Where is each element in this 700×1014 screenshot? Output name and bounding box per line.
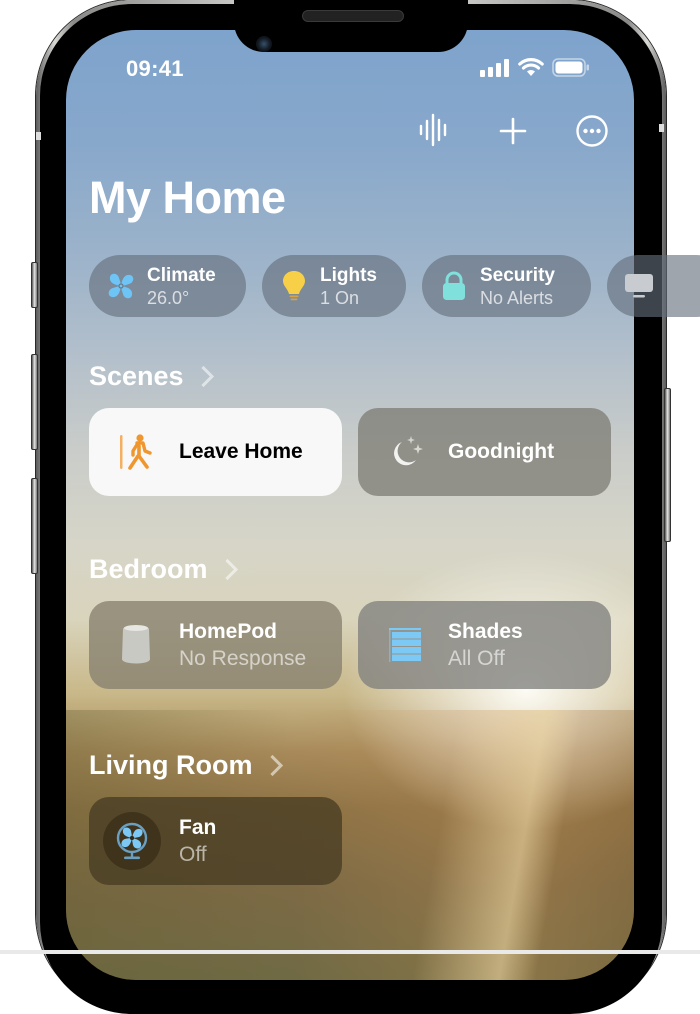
cellular-signal-icon: [480, 58, 509, 77]
section-bedroom[interactable]: Bedroom: [89, 554, 238, 585]
chevron-right-icon: [192, 365, 214, 388]
fan-icon: [105, 270, 137, 302]
add-button[interactable]: [495, 113, 531, 149]
status-chips: Climate 26.0° Lights 1 On Security No Al…: [89, 255, 700, 317]
tile-subtitle: Off: [179, 842, 207, 866]
chip-subtitle: 26.0°: [147, 287, 190, 308]
tile-subtitle: No Response: [179, 646, 307, 670]
section-title: Scenes: [89, 361, 184, 391]
section-living-room[interactable]: Living Room: [89, 750, 283, 781]
chevron-right-icon: [261, 754, 283, 777]
status-icons: [480, 58, 590, 77]
front-camera: [256, 36, 272, 52]
scene-goodnight[interactable]: Goodnight: [358, 408, 611, 496]
plus-icon: [499, 117, 527, 145]
page-title: My Home: [89, 172, 286, 223]
tile-title: HomePod: [179, 620, 278, 644]
battery-icon: [552, 58, 589, 77]
lock-icon: [438, 270, 470, 302]
fan-icon: [103, 812, 161, 870]
volume-down-button: [31, 478, 38, 574]
tile-title: Leave Home: [179, 440, 303, 464]
lightbulb-icon: [278, 270, 310, 302]
volume-up-button: [31, 354, 38, 450]
chip-title: Lights: [320, 264, 377, 286]
section-title: Living Room: [89, 750, 253, 780]
tv-icon: [623, 270, 655, 302]
chip-climate[interactable]: Climate 26.0°: [89, 255, 246, 317]
chip-security[interactable]: Security No Alerts: [422, 255, 591, 317]
power-button: [664, 388, 671, 542]
earpiece-speaker: [302, 10, 404, 22]
wifi-icon: [518, 58, 544, 76]
section-title: Bedroom: [89, 554, 208, 584]
chip-title: Climate: [147, 264, 216, 286]
chip-subtitle: 1 On: [320, 287, 360, 308]
accessory-homepod[interactable]: HomePod No Response: [89, 601, 342, 689]
status-time: 09:41: [126, 56, 184, 81]
chip-tv[interactable]: [607, 255, 700, 317]
waveform-icon: [419, 113, 447, 147]
scene-leave-home[interactable]: Leave Home: [89, 408, 342, 496]
tile-title: Fan: [179, 816, 217, 840]
chip-subtitle: No Alerts: [480, 287, 554, 308]
ringer-switch: [31, 262, 38, 308]
walking-person-icon: [113, 429, 159, 475]
chip-lights[interactable]: Lights 1 On: [262, 255, 406, 317]
accessory-shades[interactable]: Shades All Off: [358, 601, 611, 689]
section-scenes[interactable]: Scenes: [89, 361, 214, 392]
accessory-fan[interactable]: Fan Off: [89, 797, 342, 885]
tile-title: Goodnight: [448, 440, 555, 464]
more-button[interactable]: [574, 113, 610, 149]
ellipsis-circle-icon: [576, 115, 608, 147]
antenna-band: [659, 124, 664, 132]
voice-button[interactable]: [416, 112, 452, 148]
chevron-right-icon: [216, 558, 238, 581]
shades-icon: [382, 622, 428, 668]
moon-stars-icon: [382, 429, 428, 475]
tile-subtitle: All Off: [448, 646, 505, 670]
tile-title: Shades: [448, 620, 523, 644]
homepod-icon: [113, 622, 159, 668]
page-bottom-edge: [0, 950, 700, 954]
antenna-band: [36, 132, 41, 140]
chip-title: Security: [480, 264, 555, 286]
